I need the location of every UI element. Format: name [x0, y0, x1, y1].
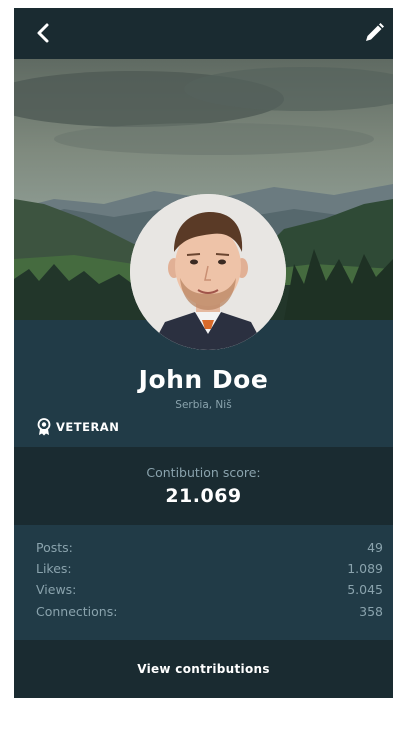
- stat-value: 1.089: [347, 560, 383, 576]
- badge-label: VETERAN: [56, 420, 120, 434]
- stat-label: Connections:: [36, 603, 118, 619]
- profile-location: Serbia, Niš: [175, 399, 232, 411]
- stat-row-views: Views: 5.045: [36, 579, 383, 599]
- avatar: [130, 194, 286, 350]
- view-contributions-button[interactable]: View contributions: [14, 640, 393, 698]
- chevron-left-icon[interactable]: [34, 22, 52, 44]
- score-label: Contibution score:: [146, 465, 261, 480]
- stat-label: Posts:: [36, 539, 73, 555]
- stat-value: 5.045: [347, 581, 383, 597]
- stat-label: Views:: [36, 581, 77, 597]
- pencil-icon[interactable]: [363, 22, 385, 44]
- contribution-score: Contibution score: 21.069: [14, 447, 393, 525]
- stat-label: Likes:: [36, 560, 72, 576]
- profile-screen: John Doe Serbia, Niš VETERAN Contibution…: [14, 8, 393, 698]
- profile-name: John Doe: [138, 365, 269, 394]
- stats-list: Posts: 49 Likes: 1.089 Views: 5.045 Conn…: [14, 525, 393, 640]
- stat-row-likes: Likes: 1.089: [36, 558, 383, 578]
- top-bar: [14, 8, 393, 59]
- stat-value: 358: [359, 603, 383, 619]
- stat-row-posts: Posts: 49: [36, 537, 383, 557]
- view-contributions-label: View contributions: [137, 662, 270, 676]
- score-value: 21.069: [165, 485, 242, 507]
- stat-value: 49: [367, 539, 383, 555]
- veteran-badge: VETERAN: [36, 416, 119, 438]
- award-ribbon-icon: [37, 418, 51, 436]
- stat-row-connections: Connections: 358: [36, 601, 383, 621]
